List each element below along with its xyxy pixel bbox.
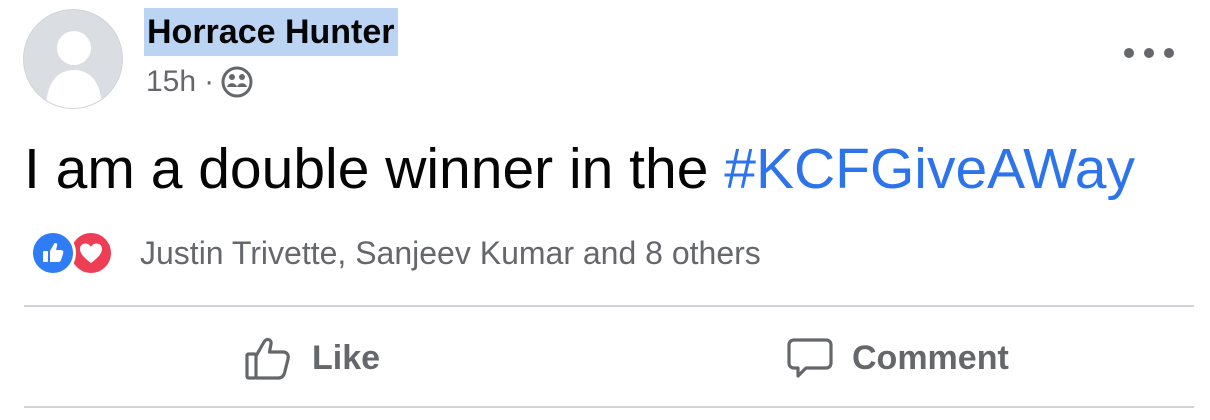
more-options-button[interactable] xyxy=(1124,38,1174,68)
more-options-dot xyxy=(1144,48,1154,58)
more-options-dot xyxy=(1164,48,1174,58)
reactions-bar[interactable]: Justin Trivette, Sanjeev Kumar and 8 oth… xyxy=(30,228,761,278)
post-text-body: I am a double winner in the xyxy=(24,137,725,201)
post-text: I am a double winner in the #KCFGiveAWay xyxy=(24,136,1135,202)
post-timestamp[interactable]: 15h xyxy=(146,65,196,99)
like-label: Like xyxy=(312,338,381,377)
thumbs-up-icon xyxy=(245,337,290,380)
comment-label: Comment xyxy=(852,338,1009,377)
reaction-icons xyxy=(30,230,124,276)
hashtag-link[interactable]: #KCFGiveAWay xyxy=(724,137,1135,201)
comment-icon xyxy=(787,338,833,378)
more-options-icon xyxy=(1124,48,1134,58)
divider xyxy=(24,406,1194,408)
author-name[interactable]: Horrace Hunter xyxy=(144,8,398,56)
reactions-summary[interactable]: Justin Trivette, Sanjeev Kumar and 8 oth… xyxy=(140,235,761,272)
divider xyxy=(24,305,1194,307)
friends-icon[interactable] xyxy=(220,65,254,99)
default-avatar-icon xyxy=(24,10,122,108)
like-button[interactable]: Like xyxy=(244,330,380,386)
post-meta: 15h · xyxy=(146,62,254,102)
meta-separator: · xyxy=(204,65,215,98)
comment-button[interactable]: Comment xyxy=(786,330,1009,386)
like-reaction-icon xyxy=(30,230,76,276)
avatar[interactable] xyxy=(23,9,123,109)
facebook-post: Horrace Hunter 15h · I am a double winne… xyxy=(0,0,1210,420)
